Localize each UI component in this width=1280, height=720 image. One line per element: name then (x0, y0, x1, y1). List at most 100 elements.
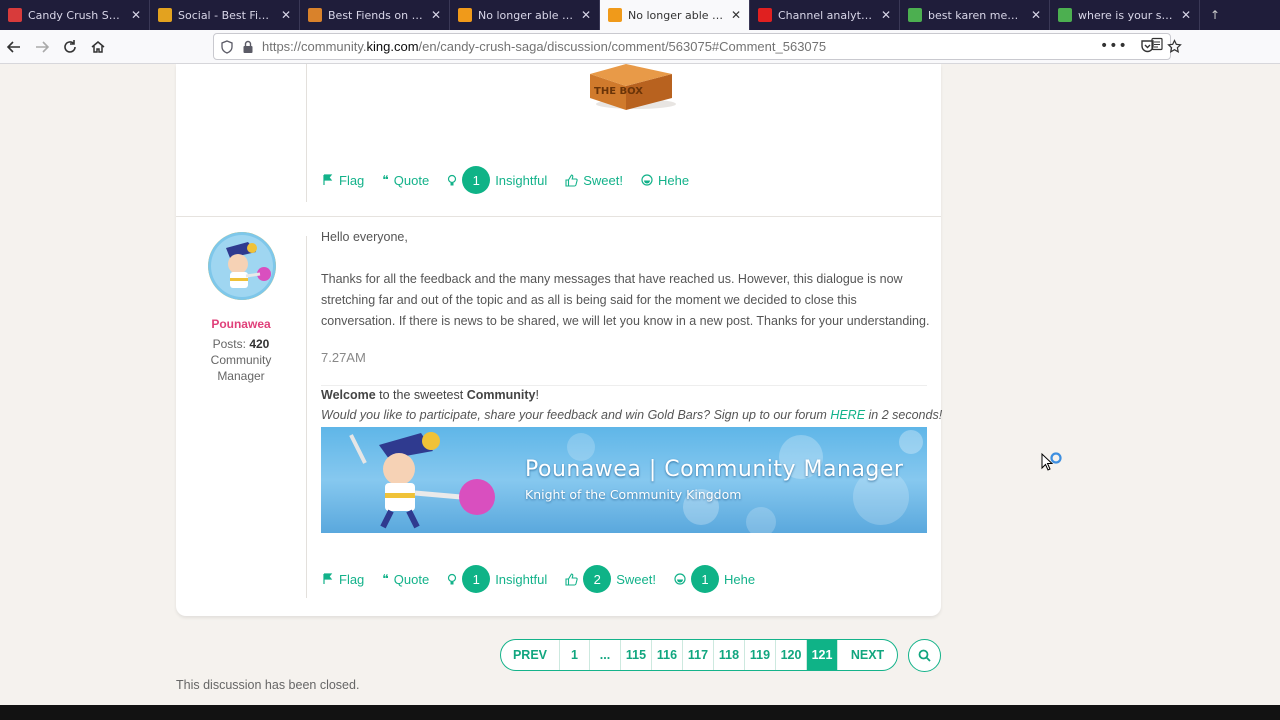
home-icon (91, 40, 105, 53)
posts-label: Posts: (212, 337, 246, 351)
browser-tab[interactable]: Candy Crush Saga on ✕ (0, 0, 150, 30)
flag-label: Flag (339, 571, 365, 587)
insightful-button[interactable]: 1 Insightful (447, 166, 547, 194)
forward-arrow-icon (36, 40, 50, 53)
sig-here-link[interactable]: HERE (830, 408, 865, 422)
pagination-prev[interactable]: PREV (501, 640, 560, 670)
author-avatar[interactable] (208, 232, 276, 300)
tab-favicon-icon (908, 8, 922, 22)
url-bar[interactable]: https://community.king.com/en/candy-crus… (213, 33, 1171, 60)
hehe-label: Hehe (657, 172, 690, 188)
home-button[interactable] (84, 33, 112, 61)
sweet-label: Sweet! (616, 571, 656, 587)
pagination-search-button[interactable] (908, 639, 941, 672)
pagination-page[interactable]: ... (590, 640, 621, 670)
pagination-page[interactable]: 118 (714, 640, 745, 670)
quote-label: Quote (393, 172, 430, 188)
pagination-page[interactable]: 116 (652, 640, 683, 670)
tab-close-icon[interactable]: ✕ (131, 8, 141, 22)
pagination-page[interactable]: 115 (621, 640, 652, 670)
lock-icon (243, 40, 253, 53)
sig-welcome-bold: Welcome (321, 388, 376, 402)
sweet-label: Sweet! (583, 172, 623, 188)
hehe-count-badge: 1 (690, 565, 719, 593)
quote-button[interactable]: ❝ Quote (382, 572, 429, 587)
insightful-button[interactable]: 1 Insightful (447, 565, 547, 593)
posts-count: 420 (249, 337, 270, 351)
knight-avatar-image (208, 232, 276, 300)
author-name-link[interactable]: Pounawea (176, 317, 306, 331)
tab-close-icon[interactable]: ✕ (281, 8, 291, 22)
browser-tab[interactable]: Channel analytics - ✕ (750, 0, 900, 30)
quote-label: Quote (393, 571, 430, 587)
pagination-next[interactable]: NEXT (838, 640, 897, 670)
pagination-page[interactable]: 119 (745, 640, 776, 670)
taskbar-strip (0, 705, 1280, 720)
browser-tab[interactable]: Best Fiends on Faceb ✕ (300, 0, 450, 30)
author-role-line2: Manager (217, 369, 265, 383)
banner-title: Pounawea | Community Manager (525, 457, 904, 482)
hehe-label: Hehe (723, 571, 756, 587)
banner-subtitle: Knight of the Community Kingdom (525, 487, 742, 502)
signature-invite: Would you like to participate, share you… (321, 408, 942, 422)
tab-title: Candy Crush Saga on (28, 8, 125, 22)
pagination-page[interactable]: 117 (683, 640, 714, 670)
post-timestamp[interactable]: 7.27AM (321, 350, 366, 365)
flag-icon (323, 573, 333, 584)
browser-tab[interactable]: No longer able to ent ✕ (600, 0, 750, 30)
signature-banner: Pounawea | Community Manager Knight of t… (321, 427, 927, 533)
url-text: https://community.king.com/en/candy-crus… (262, 39, 827, 54)
tab-title: Social - Best Fiends (178, 8, 275, 22)
bookmark-star-icon[interactable] (1166, 38, 1182, 54)
reload-icon (64, 39, 76, 53)
forward-button[interactable] (28, 33, 56, 61)
back-button[interactable] (0, 33, 28, 61)
sweet-count-badge: 2 (583, 565, 612, 593)
sweet-button[interactable]: 2 Sweet! (565, 565, 656, 593)
flag-button[interactable]: Flag (322, 173, 364, 188)
tab-title: where is your stupid (1078, 8, 1175, 22)
pagination-page[interactable]: 1 (560, 640, 590, 670)
tab-favicon-icon (458, 8, 472, 22)
browser-tab[interactable]: No longer able to ext ✕ (450, 0, 600, 30)
navigation-bar: https://community.king.com/en/candy-crus… (0, 30, 1280, 64)
tab-overflow-icon[interactable]: ↑ (1200, 0, 1230, 30)
quote-button[interactable]: ❝ Quote (382, 173, 429, 188)
browser-tab[interactable]: best karen memes - ✕ (900, 0, 1050, 30)
tab-close-icon[interactable]: ✕ (581, 8, 591, 22)
browser-tab[interactable]: where is your stupid ✕ (1050, 0, 1200, 30)
pagination-page[interactable]: 120 (776, 640, 807, 670)
quote-icon: ❝ (382, 173, 389, 187)
busy-cursor-icon (1041, 452, 1062, 471)
lightbulb-icon (448, 174, 457, 185)
flag-button[interactable]: Flag (322, 572, 364, 587)
tab-close-icon[interactable]: ✕ (1181, 8, 1191, 22)
hehe-button[interactable]: 1 Hehe (674, 565, 755, 593)
author-role-line1: Community (210, 353, 272, 367)
svg-text:THE BOX: THE BOX (594, 86, 643, 97)
pagination-page[interactable]: 121 (807, 640, 838, 670)
sig-welcome-end: ! (535, 388, 539, 402)
tab-close-icon[interactable]: ✕ (881, 8, 891, 22)
page-actions-icon[interactable]: ••• (1100, 38, 1128, 54)
insightful-label: Insightful (495, 172, 548, 188)
thumbs-up-icon (565, 173, 578, 187)
pocket-icon[interactable] (1140, 39, 1155, 54)
hehe-button[interactable]: Hehe (641, 173, 689, 188)
tab-close-icon[interactable]: ✕ (431, 8, 441, 22)
signature-divider (321, 385, 927, 386)
laugh-icon (674, 573, 686, 585)
sweet-button[interactable]: Sweet! (565, 173, 623, 188)
quote-icon: ❝ (382, 572, 389, 586)
lightbulb-icon (448, 573, 457, 584)
first-post-divider (306, 64, 307, 202)
tab-close-icon[interactable]: ✕ (1031, 8, 1041, 22)
tab-close-icon[interactable]: ✕ (731, 8, 741, 22)
tab-favicon-icon (608, 8, 622, 22)
browser-tab[interactable]: Social - Best Fiends ✕ (150, 0, 300, 30)
reload-button[interactable] (56, 33, 84, 61)
insightful-count-badge: 1 (462, 166, 491, 194)
post-column-divider (306, 236, 307, 598)
thumbs-up-icon (565, 572, 578, 586)
pagination: PREV 1... 115 116 117 118 119 120 121 NEXT (500, 639, 898, 671)
